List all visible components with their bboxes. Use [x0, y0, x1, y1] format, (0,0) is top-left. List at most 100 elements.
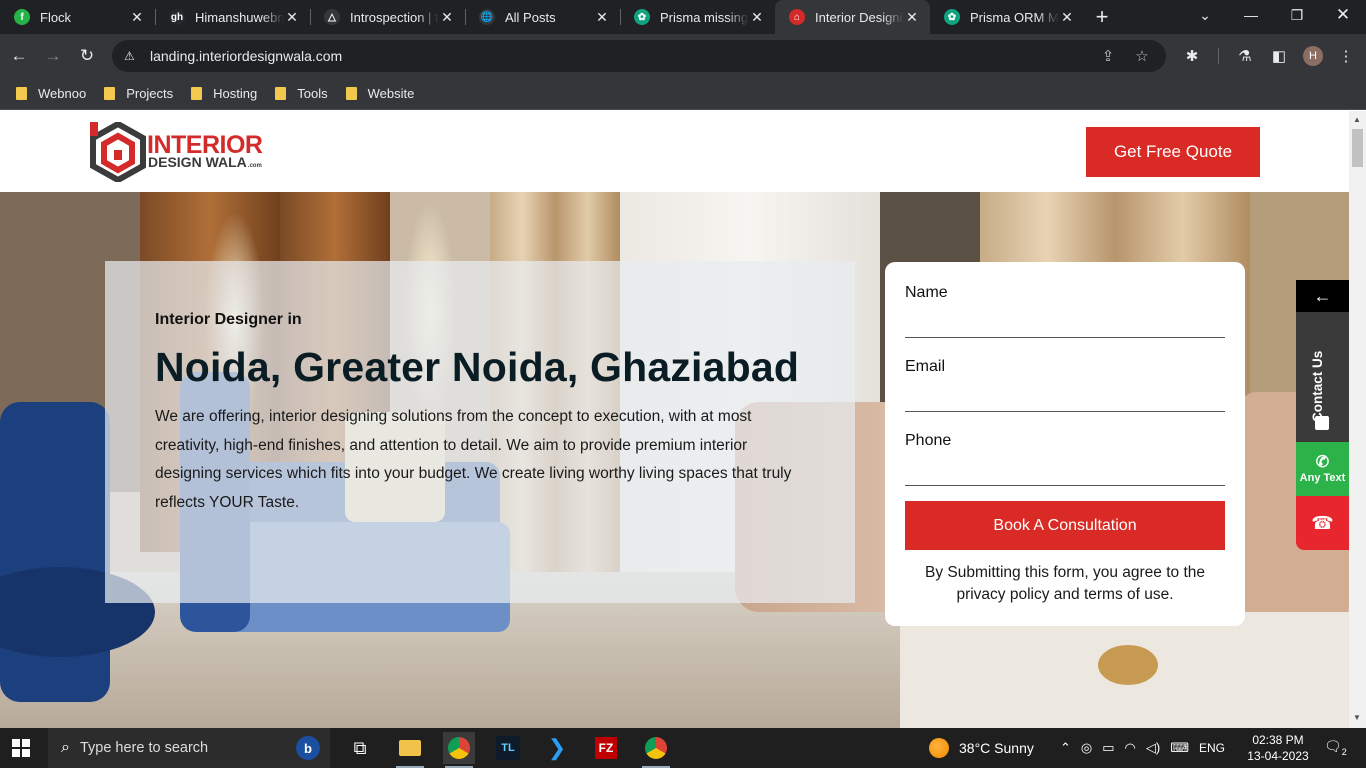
profile-avatar[interactable]: H [1303, 46, 1323, 66]
tab-title: Himanshuwebnoo [195, 9, 284, 25]
whatsapp-icon: ✆ [1315, 454, 1330, 471]
restore-button[interactable]: ❐ [1274, 0, 1320, 30]
clock[interactable]: 02:38 PM 13-04-2023 [1246, 732, 1310, 764]
phone-field[interactable] [905, 485, 1225, 486]
address-bar[interactable]: ⚠ landing.interiordesignwala.com ⇪ ☆ [112, 40, 1166, 72]
tab-close-icon[interactable]: ✕ [284, 9, 300, 26]
extensions-icon[interactable]: ✱ [1182, 46, 1202, 66]
collapse-arrow-icon[interactable]: ← [1296, 280, 1349, 312]
scroll-up-arrow-icon[interactable]: ▲ [1353, 115, 1361, 124]
keyboard-icon[interactable]: ⌨ [1170, 740, 1189, 756]
tab-title: All Posts [505, 9, 556, 25]
tab-title: Prisma missing rela [660, 9, 749, 25]
bookmark-folder[interactable]: Website [345, 86, 415, 101]
phone-label: Phone [905, 432, 952, 449]
back-icon[interactable]: ← [7, 44, 31, 68]
email-label: Email [905, 358, 946, 375]
hero-section: Interior Designer in Noida, Greater Noid… [0, 192, 1349, 728]
browser-tab[interactable]: 🌐 All Posts ✕ [465, 0, 620, 34]
browser-tab[interactable]: ✿ Prisma ORM MySQL✕ [930, 0, 1085, 34]
tab-close-icon[interactable]: ✕ [439, 9, 455, 26]
bookmark-folder[interactable]: Hosting [191, 86, 257, 101]
share-icon[interactable]: ⇪ [1100, 48, 1116, 65]
contact-us-tab[interactable]: Contact Us [1296, 312, 1349, 442]
browser-tab[interactable]: ⌂ Interior Designing✕ [775, 0, 930, 34]
folder-icon [104, 87, 116, 100]
menu-icon[interactable]: ⋮ [1336, 46, 1356, 66]
browser-toolbar: ← → ↻ ⚠ landing.interiordesignwala.com ⇪… [0, 34, 1366, 78]
form-disclaimer: By Submitting this form, you agree to th… [925, 564, 1205, 603]
site-logo[interactable]: INTERIOR DESIGN WALA.com [90, 122, 263, 182]
url-text: landing.interiordesignwala.com [150, 48, 343, 64]
whatsapp-button[interactable]: ✆ Any Text [1296, 442, 1349, 496]
tab-close-icon[interactable]: ✕ [904, 9, 920, 26]
bookmark-star-icon[interactable]: ☆ [1134, 48, 1150, 65]
tab-close-icon[interactable]: ✕ [129, 9, 145, 26]
hero-heading: Noida, Greater Noida, Ghaziabad [155, 344, 800, 390]
bookmark-folder[interactable]: Projects [104, 86, 173, 101]
not-secure-icon[interactable]: ⚠ [124, 49, 140, 63]
bookmark-label: Website [367, 86, 415, 101]
tab-favicon-icon: ✿ [944, 9, 960, 25]
weather-widget[interactable]: 38°C Sunny [929, 728, 1034, 768]
scroll-down-arrow-icon[interactable]: ▼ [1353, 713, 1361, 722]
tab-search-icon[interactable]: ⌄ [1182, 0, 1228, 30]
side-panel-icon[interactable]: ◧ [1269, 46, 1289, 66]
tab-close-icon[interactable]: ✕ [749, 9, 765, 26]
chrome-icon[interactable] [443, 732, 475, 768]
page-scrollbar[interactable]: ▲ ▼ [1349, 111, 1366, 728]
tab-close-icon[interactable]: ✕ [594, 9, 610, 26]
contact-form-icon [1315, 416, 1329, 430]
filezilla-icon[interactable]: FZ [590, 732, 622, 764]
volume-icon[interactable]: ◁) [1146, 740, 1160, 756]
taskbar-search[interactable]: ⌕ Type here to search [48, 728, 330, 768]
minimize-button[interactable]: — [1228, 0, 1274, 30]
notifications-icon[interactable]: 🗨2 [1324, 738, 1347, 757]
tab-favicon-icon: ✿ [634, 9, 650, 25]
wifi-icon[interactable]: ◠ [1125, 740, 1136, 756]
weather-text: 38°C Sunny [959, 740, 1034, 756]
contact-side-widget: ← Contact Us ✆ Any Text ☎ [1296, 280, 1349, 550]
forward-icon[interactable]: → [41, 44, 65, 68]
tablelens-icon[interactable]: TL [492, 732, 524, 764]
browser-tab[interactable]: ✿ Prisma missing rela✕ [620, 0, 775, 34]
task-view-icon[interactable]: ⧉ [344, 732, 376, 764]
scrollbar-thumb[interactable] [1352, 129, 1363, 167]
tab-favicon-icon: △ [324, 9, 340, 25]
reload-icon[interactable]: ↻ [75, 44, 99, 68]
chrome-profile-icon[interactable] [640, 732, 672, 768]
bookmark-label: Projects [126, 86, 174, 101]
vscode-icon[interactable]: ❯ [541, 732, 573, 764]
meet-now-icon[interactable]: ◎ [1081, 740, 1092, 756]
chevron-up-icon[interactable]: ⌃ [1060, 740, 1071, 756]
bookmark-label: Webnoo [38, 86, 87, 101]
bookmark-folder[interactable]: Webnoo [16, 86, 86, 101]
hero-description: We are offering, interior designing solu… [155, 408, 792, 511]
tab-favicon-icon: 🌐 [479, 9, 495, 25]
system-tray: ⌃ ◎ ▭ ◠ ◁) ⌨ ENG [1060, 728, 1225, 768]
get-free-quote-button[interactable]: Get Free Quote [1086, 127, 1260, 177]
close-window-button[interactable]: ✕ [1320, 0, 1366, 30]
email-field[interactable] [905, 411, 1225, 412]
language-indicator[interactable]: ENG [1199, 741, 1225, 755]
labs-icon[interactable]: ⚗ [1235, 46, 1255, 66]
bookmark-folder[interactable]: Tools [275, 86, 328, 101]
hero-eyebrow: Interior Designer in [155, 311, 302, 328]
search-icon: ⌕ [61, 739, 70, 756]
browser-tab[interactable]: gh Himanshuwebnoo✕ [155, 0, 310, 34]
tab-strip: fFlock✕ghHimanshuwebnoo✕△Introspection |… [0, 0, 1366, 34]
site-header: INTERIOR DESIGN WALA.com Get Free Quote [0, 111, 1349, 192]
start-button[interactable] [12, 739, 30, 757]
tab-close-icon[interactable]: ✕ [1059, 9, 1075, 26]
name-field[interactable] [905, 337, 1225, 338]
new-tab-button[interactable]: + [1085, 0, 1119, 34]
file-explorer-icon[interactable] [394, 732, 426, 768]
book-consultation-button[interactable]: Book A Consultation [905, 501, 1225, 550]
browser-tab[interactable]: f Flock ✕ [0, 0, 155, 34]
bookmark-label: Hosting [213, 86, 258, 101]
battery-icon[interactable]: ▭ [1102, 740, 1114, 756]
folder-icon [345, 87, 357, 100]
call-button[interactable]: ☎ [1296, 496, 1349, 550]
bing-icon[interactable]: b [296, 736, 320, 760]
browser-tab[interactable]: △ Introspection | type✕ [310, 0, 465, 34]
